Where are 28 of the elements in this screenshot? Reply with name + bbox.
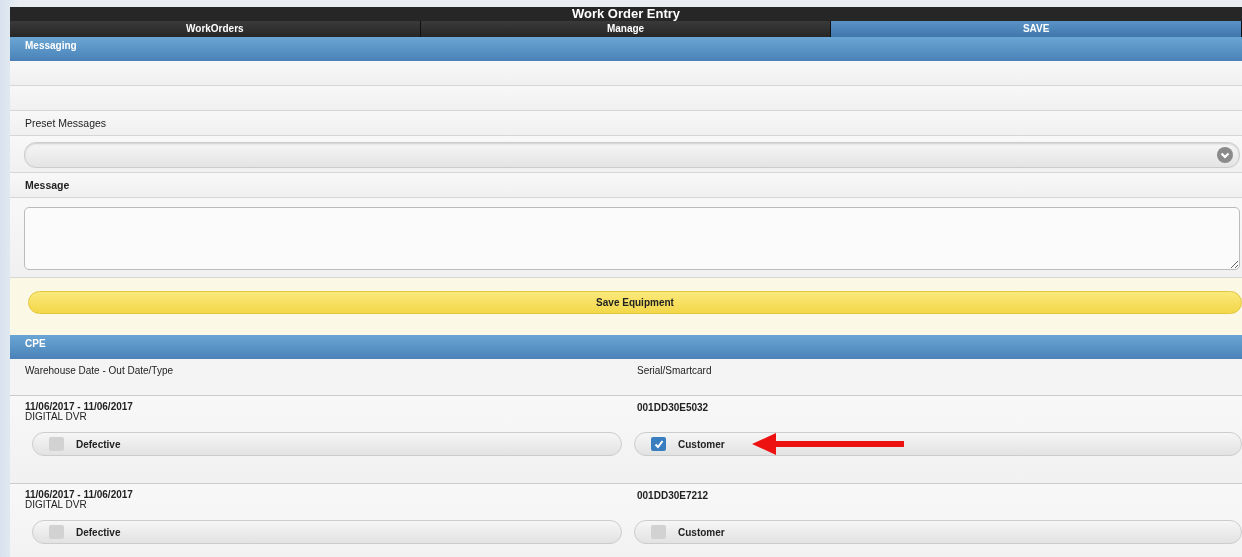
nav-tab[interactable]: WorkOrders bbox=[10, 21, 421, 37]
customer-checkbox[interactable]: Customer bbox=[634, 432, 1242, 456]
defective-checkbox[interactable]: Defective bbox=[32, 432, 622, 456]
message-field[interactable] bbox=[24, 207, 1240, 270]
chevron-down-icon bbox=[1217, 147, 1233, 163]
checkbox-square[interactable] bbox=[49, 437, 64, 451]
equipment-type: DIGITAL DVR bbox=[25, 500, 88, 510]
section-header: Messaging bbox=[10, 37, 1242, 61]
nav-tab[interactable]: SAVE bbox=[831, 21, 1242, 37]
window-title: Work Order Entry bbox=[10, 7, 1242, 21]
save-equipment-button[interactable]: Save Equipment bbox=[28, 291, 1242, 314]
serial-number: 001DD30E5032 bbox=[637, 402, 709, 413]
column-header: Serial/Smartcard bbox=[637, 365, 713, 378]
date-range: 11/06/2017 - 11/06/2017 bbox=[25, 490, 134, 500]
field-label: Preset Messages bbox=[25, 117, 107, 129]
serial-number: 001DD30E7212 bbox=[637, 490, 709, 501]
defective-checkbox[interactable]: Defective bbox=[32, 520, 622, 544]
equipment-type: DIGITAL DVR bbox=[25, 412, 88, 422]
date-range: 11/06/2017 - 11/06/2017 bbox=[25, 402, 134, 412]
field-label: Message bbox=[25, 179, 70, 191]
column-header: Warehouse Date - Out Date/Type bbox=[25, 365, 175, 378]
checkbox-square[interactable] bbox=[651, 437, 666, 451]
section-header: CPE bbox=[10, 335, 1242, 359]
checkbox-square[interactable] bbox=[49, 525, 64, 539]
customer-checkbox[interactable]: Customer bbox=[634, 520, 1242, 544]
nav-tab[interactable]: Manage bbox=[420, 21, 832, 37]
checkbox-square[interactable] bbox=[651, 525, 666, 539]
preset-select[interactable] bbox=[24, 142, 1240, 168]
